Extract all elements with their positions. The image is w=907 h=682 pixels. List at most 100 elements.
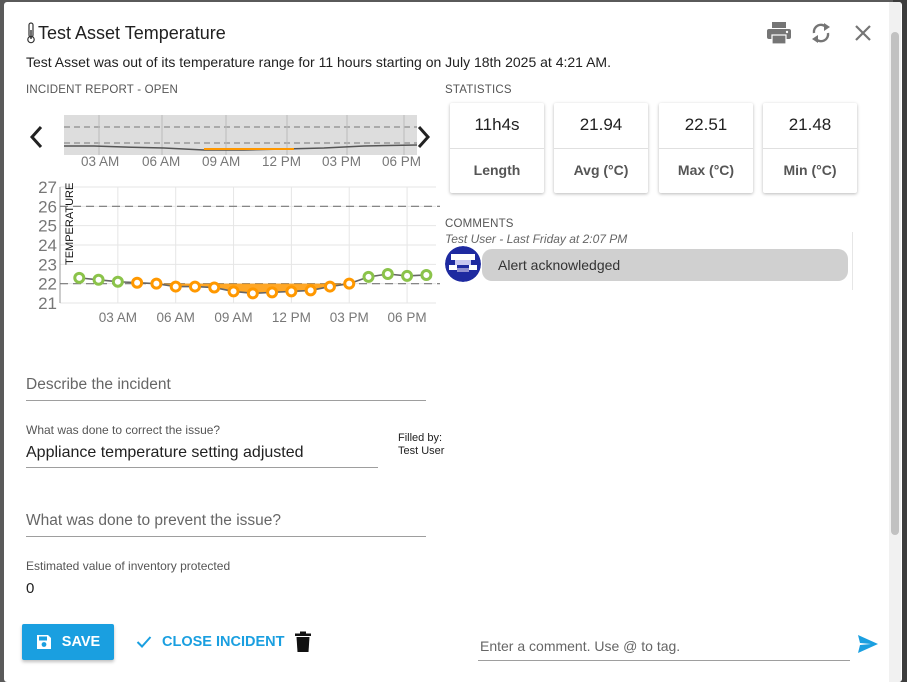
header-actions bbox=[766, 20, 876, 46]
stat-divider bbox=[450, 148, 544, 149]
inventory-label-wrap: Estimated value of inventory protected bbox=[26, 557, 230, 575]
stat-label: Max (°C) bbox=[677, 162, 735, 178]
stat-label: Min (°C) bbox=[783, 162, 837, 178]
thermometer-icon bbox=[27, 22, 35, 44]
overview-tick-label: 12 PM bbox=[262, 154, 302, 169]
chart-data-point bbox=[323, 280, 336, 293]
inventory-field[interactable]: 0 bbox=[26, 580, 34, 598]
chart-data-point bbox=[381, 268, 394, 280]
stat-label: Avg (°C) bbox=[573, 162, 629, 178]
dialog-header: Test Asset Temperature bbox=[26, 22, 226, 44]
stat-card: 21.48 Min (°C) bbox=[763, 103, 857, 193]
chart-x-tick-label: 03 AM bbox=[99, 310, 137, 325]
statistics-label: STATISTICS bbox=[445, 84, 512, 96]
chart-x-tick-label: 12 PM bbox=[272, 310, 311, 325]
stat-divider bbox=[554, 148, 648, 149]
chart-data-point bbox=[285, 285, 298, 298]
chart-y-tick-label: 24 bbox=[38, 236, 57, 255]
comments-label: COMMENTS bbox=[445, 218, 514, 230]
overview-tick-label: 03 AM bbox=[81, 154, 120, 169]
print-button[interactable] bbox=[766, 20, 792, 46]
overview-sparkline bbox=[64, 115, 418, 155]
chart-data-point bbox=[420, 268, 433, 281]
stat-value: 21.48 bbox=[788, 115, 832, 134]
chevron-right-icon[interactable] bbox=[414, 122, 434, 152]
correct-issue-field[interactable]: Appliance temperature setting adjusted bbox=[26, 444, 304, 462]
overview-tick-label: 09 AM bbox=[202, 154, 241, 169]
stat-card: 11h4s Length bbox=[450, 103, 544, 193]
chart-y-tick-label: 25 bbox=[38, 217, 57, 236]
stat-value: 22.51 bbox=[684, 115, 728, 134]
describe-incident-underline bbox=[26, 400, 426, 401]
save-icon bbox=[36, 635, 51, 649]
prevent-issue-underline bbox=[26, 536, 426, 537]
correct-issue-label: What was done to correct the issue? bbox=[26, 423, 221, 437]
correct-issue-underline bbox=[26, 467, 378, 468]
chart-data-point bbox=[150, 277, 163, 290]
overview-tick-label: 06 AM bbox=[142, 154, 181, 169]
stat-value: 21.94 bbox=[579, 115, 623, 134]
filled-by-label: Filled by: bbox=[398, 432, 443, 444]
stat-card: 22.51 Max (°C) bbox=[659, 103, 753, 193]
close-incident-button[interactable]: CLOSE INCIDENT bbox=[136, 624, 284, 660]
filled-by: Filled by: Test User bbox=[398, 432, 444, 458]
chart-data-point bbox=[73, 271, 86, 284]
chart-data-point bbox=[401, 269, 414, 282]
chart-y-tick-label: 23 bbox=[38, 255, 57, 274]
incident-report-label: INCIDENT REPORT - OPEN bbox=[26, 84, 179, 96]
inventory-label: Estimated value of inventory protected bbox=[26, 559, 231, 573]
chart-data-point bbox=[266, 286, 279, 299]
stat-value: 11h4s bbox=[474, 115, 520, 134]
print-icon bbox=[767, 22, 791, 45]
comment-meta: Test User - Last Friday at 2:07 PM bbox=[445, 232, 628, 246]
inventory-value: 0 bbox=[26, 580, 35, 597]
chart-data-point bbox=[362, 270, 375, 283]
chart-y-tick-label: 21 bbox=[38, 294, 57, 313]
chevron-left-icon[interactable] bbox=[26, 122, 46, 152]
chart-y-tick-label: 22 bbox=[38, 275, 57, 294]
comments-scrollbar[interactable] bbox=[852, 232, 863, 290]
trash-icon[interactable] bbox=[294, 631, 312, 653]
correct-issue-value: Appliance temperature setting adjusted bbox=[26, 444, 304, 461]
overview-tick-label: 03 PM bbox=[322, 154, 362, 169]
comment-input[interactable] bbox=[478, 632, 850, 661]
save-label: SAVE bbox=[61, 634, 101, 650]
chart-data-point bbox=[111, 275, 124, 288]
stat-divider bbox=[763, 148, 857, 149]
comment-bubble: Alert acknowledged bbox=[482, 249, 848, 281]
refresh-button[interactable] bbox=[808, 20, 834, 46]
chart-data-point bbox=[343, 277, 356, 290]
close-button[interactable] bbox=[850, 20, 876, 46]
prevent-issue-field[interactable]: What was done to prevent the issue? bbox=[26, 512, 281, 530]
describe-incident-field[interactable]: Describe the incident bbox=[26, 376, 171, 394]
chart-data-point bbox=[92, 273, 105, 286]
save-button[interactable]: SAVE bbox=[22, 624, 114, 660]
refresh-icon bbox=[812, 23, 830, 43]
chart-x-tick-label: 09 AM bbox=[214, 310, 252, 325]
chart-data-point bbox=[169, 280, 182, 293]
chart-data-point bbox=[208, 281, 221, 294]
chart-data-point bbox=[227, 285, 240, 298]
incident-dialog: Test Asset Temperature Test Asset was ou… bbox=[4, 2, 902, 682]
dialog-title: Test Asset Temperature bbox=[38, 22, 226, 43]
chart-data-point bbox=[304, 284, 317, 297]
chart-x-tick-label: 06 AM bbox=[157, 310, 195, 325]
chart-y-tick-label: 26 bbox=[38, 197, 57, 216]
avatar bbox=[445, 246, 481, 282]
close-incident-label: CLOSE INCIDENT bbox=[162, 634, 285, 650]
send-icon[interactable] bbox=[856, 632, 880, 656]
chart-data-point bbox=[131, 276, 144, 289]
correct-issue-label-wrap: What was done to correct the issue? bbox=[26, 421, 220, 439]
describe-incident-placeholder: Describe the incident bbox=[26, 376, 171, 393]
dialog-scrollbar-thumb[interactable] bbox=[891, 32, 899, 535]
chart-y-tick-label: 27 bbox=[38, 178, 57, 197]
stat-divider bbox=[659, 148, 753, 149]
chart-x-tick-label: 06 PM bbox=[388, 310, 427, 325]
filled-by-user: Test User bbox=[398, 445, 445, 457]
incident-summary: Test Asset was out of its temperature ra… bbox=[26, 54, 611, 70]
chart-y-axis-title: TEMPERATURE bbox=[64, 183, 76, 265]
temperature-chart: 27262524232221 03 AM 06 AM 09 AM 12 PM 03 PM 0… bbox=[38, 178, 440, 325]
chart-data-point bbox=[188, 280, 201, 293]
timeline-overview[interactable] bbox=[64, 115, 418, 155]
chart-data-point bbox=[246, 287, 259, 300]
